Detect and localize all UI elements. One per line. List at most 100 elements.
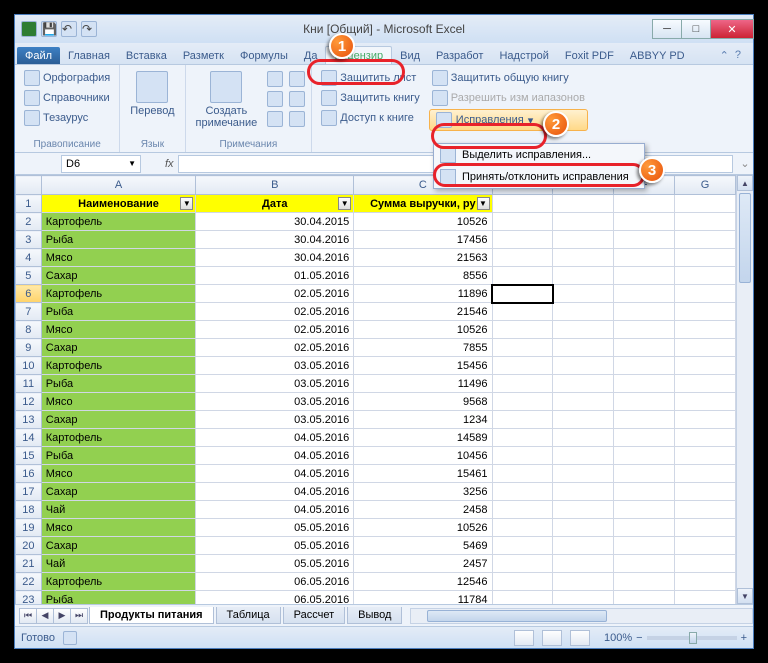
cell[interactable]: Сахар — [41, 339, 196, 357]
cell[interactable] — [614, 483, 675, 501]
cell[interactable] — [553, 555, 614, 573]
cell[interactable] — [675, 411, 736, 429]
cell[interactable]: 17456 — [354, 231, 492, 249]
cell[interactable] — [614, 249, 675, 267]
menu-accept-reject[interactable]: Принять/отклонить исправления — [434, 166, 644, 188]
row-header[interactable]: 11 — [16, 375, 42, 393]
cell[interactable] — [675, 447, 736, 465]
cell[interactable] — [492, 591, 553, 605]
cell[interactable]: 04.05.2016 — [196, 447, 354, 465]
cell[interactable]: 02.05.2016 — [196, 303, 354, 321]
cell[interactable] — [492, 411, 553, 429]
cell[interactable] — [614, 375, 675, 393]
row-header[interactable]: 14 — [16, 429, 42, 447]
qat-undo-icon[interactable]: ↶ — [61, 21, 77, 37]
cell[interactable] — [675, 357, 736, 375]
cell[interactable] — [553, 267, 614, 285]
cell[interactable]: 2458 — [354, 501, 492, 519]
cell[interactable] — [492, 339, 553, 357]
cell[interactable]: 10526 — [354, 213, 492, 231]
tab-foxit[interactable]: Foxit PDF — [557, 47, 622, 64]
zoom-in-icon[interactable]: + — [741, 632, 747, 644]
cell[interactable] — [614, 393, 675, 411]
cell[interactable]: 9568 — [354, 393, 492, 411]
cell[interactable]: 30.04.2016 — [196, 231, 354, 249]
cell[interactable] — [492, 429, 553, 447]
qat-save-icon[interactable]: 💾 — [41, 21, 57, 37]
cell[interactable] — [675, 339, 736, 357]
cell[interactable] — [553, 465, 614, 483]
filter-icon[interactable]: ▼ — [338, 197, 351, 210]
cell[interactable] — [675, 591, 736, 605]
col-header-b[interactable]: B — [196, 176, 354, 195]
cell[interactable]: 2457 — [354, 555, 492, 573]
cell[interactable] — [614, 501, 675, 519]
row-header[interactable]: 12 — [16, 393, 42, 411]
cell[interactable]: 21563 — [354, 249, 492, 267]
cell[interactable] — [675, 249, 736, 267]
cell[interactable]: Картофель — [41, 429, 196, 447]
cell[interactable] — [553, 447, 614, 465]
delete-comment-icon[interactable] — [267, 71, 283, 87]
row-header[interactable]: 19 — [16, 519, 42, 537]
cell[interactable] — [492, 267, 553, 285]
row-header[interactable]: 23 — [16, 591, 42, 605]
sheet-tab-4[interactable]: Вывод — [347, 607, 402, 624]
cell[interactable] — [614, 465, 675, 483]
zoom-slider[interactable] — [647, 636, 737, 640]
cell[interactable] — [614, 555, 675, 573]
cell[interactable] — [614, 231, 675, 249]
cell[interactable] — [492, 303, 553, 321]
cell[interactable] — [675, 465, 736, 483]
cell[interactable]: 02.05.2016 — [196, 339, 354, 357]
cell[interactable] — [553, 249, 614, 267]
cell[interactable] — [675, 555, 736, 573]
row-header[interactable]: 15 — [16, 447, 42, 465]
cell[interactable]: 02.05.2016 — [196, 321, 354, 339]
cell[interactable] — [492, 213, 553, 231]
btn-protect-book[interactable]: Защитить книгу — [318, 89, 423, 107]
scroll-up-icon[interactable]: ▲ — [737, 175, 753, 191]
cell[interactable]: 1234 — [354, 411, 492, 429]
cell[interactable]: 10526 — [354, 519, 492, 537]
sheet-nav-prev-icon[interactable]: ◀ — [36, 608, 54, 624]
cell[interactable]: Картофель — [41, 573, 196, 591]
cell[interactable]: 04.05.2016 — [196, 429, 354, 447]
cell[interactable] — [675, 573, 736, 591]
cell[interactable] — [675, 393, 736, 411]
cell[interactable] — [553, 375, 614, 393]
cell[interactable]: 02.05.2016 — [196, 285, 354, 303]
row-header[interactable]: 2 — [16, 213, 42, 231]
horizontal-scrollbar[interactable] — [410, 608, 753, 624]
cell[interactable]: Сахар — [41, 483, 196, 501]
btn-protect-sheet[interactable]: Защитить лист — [318, 69, 423, 87]
cell[interactable]: 03.05.2016 — [196, 411, 354, 429]
row-header[interactable]: 3 — [16, 231, 42, 249]
cell[interactable] — [553, 393, 614, 411]
row-header[interactable]: 18 — [16, 501, 42, 519]
name-box[interactable]: D6▼ — [61, 155, 141, 173]
cell[interactable] — [675, 483, 736, 501]
row-header[interactable]: 5 — [16, 267, 42, 285]
cell[interactable]: Картофель — [41, 357, 196, 375]
cell[interactable] — [492, 483, 553, 501]
show-comment-icon[interactable] — [289, 71, 305, 87]
cell[interactable]: 5469 — [354, 537, 492, 555]
cell[interactable]: Мясо — [41, 249, 196, 267]
cell[interactable]: Рыба — [41, 375, 196, 393]
cell[interactable]: 06.05.2016 — [196, 591, 354, 605]
cell[interactable] — [614, 321, 675, 339]
zoom-out-icon[interactable]: − — [636, 632, 642, 644]
cell[interactable]: 03.05.2016 — [196, 375, 354, 393]
row-header[interactable]: 9 — [16, 339, 42, 357]
cell[interactable] — [492, 375, 553, 393]
cell[interactable] — [675, 537, 736, 555]
cell[interactable] — [492, 285, 553, 303]
filter-icon[interactable]: ▼ — [180, 197, 193, 210]
row-header[interactable]: 8 — [16, 321, 42, 339]
row-header[interactable]: 6 — [16, 285, 42, 303]
cell[interactable]: 3256 — [354, 483, 492, 501]
cell[interactable] — [553, 537, 614, 555]
sheet-nav-last-icon[interactable]: ⏭ — [70, 608, 88, 624]
cell[interactable]: Чай — [41, 501, 196, 519]
